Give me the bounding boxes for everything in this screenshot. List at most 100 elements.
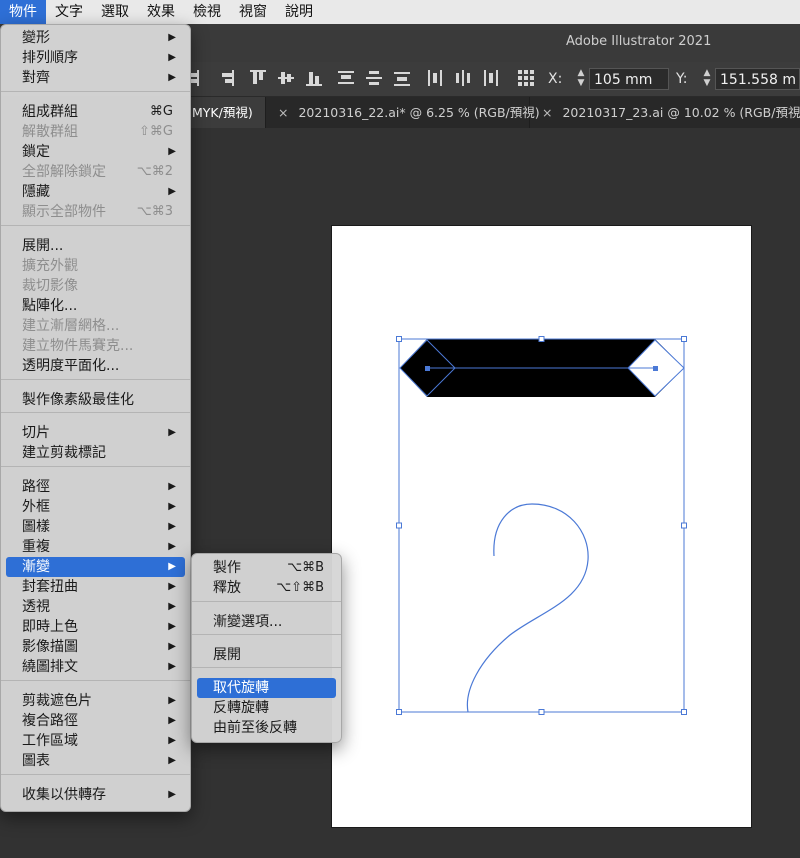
menu-item-shortcut: ⇧⌘G bbox=[139, 124, 173, 139]
menu-item-slice[interactable]: 切片 ▶ bbox=[6, 423, 185, 443]
menu-item-repeat[interactable]: 重複 ▶ bbox=[6, 537, 185, 557]
menu-item-show-all: 顯示全部物件 ⌥⌘3 bbox=[6, 202, 185, 222]
menu-item-hide[interactable]: 隱藏 ▶ bbox=[6, 182, 185, 202]
submenu-arrow-icon: ▶ bbox=[168, 641, 176, 652]
menu-item-graph[interactable]: 圖表 ▶ bbox=[6, 751, 185, 771]
menu-item-make-pixel-perfect[interactable]: 製作像素級最佳化 bbox=[6, 390, 185, 410]
menu-item-label: 排列順序 bbox=[22, 50, 78, 66]
menu-separator bbox=[192, 601, 341, 602]
menu-item-pattern[interactable]: 圖樣 ▶ bbox=[6, 517, 185, 537]
submenu-arrow-icon: ▶ bbox=[168, 661, 176, 672]
submenu-arrow-icon: ▶ bbox=[168, 32, 176, 43]
submenu-arrow-icon: ▶ bbox=[168, 755, 176, 766]
menu-separator bbox=[1, 91, 190, 92]
submenu-arrow-icon: ▶ bbox=[168, 186, 176, 197]
spine-anchor-right bbox=[653, 366, 658, 371]
handle-bottom-center bbox=[538, 709, 545, 715]
spine-anchor-left bbox=[425, 366, 430, 371]
submenu-item-blend-options[interactable]: 漸變選項... bbox=[197, 612, 336, 632]
menu-item-group[interactable]: 組成群組 ⌘G bbox=[6, 102, 185, 122]
menu-item-label: 展開 bbox=[213, 647, 241, 663]
submenu-arrow-icon: ▶ bbox=[168, 72, 176, 83]
menu-item-clipping-mask[interactable]: 剪裁遮色片 ▶ bbox=[6, 691, 185, 711]
menu-item-lock[interactable]: 鎖定 ▶ bbox=[6, 142, 185, 162]
submenu-item-expand[interactable]: 展開 bbox=[197, 645, 336, 665]
handle-top-center bbox=[538, 336, 545, 342]
menu-item-label: 製作像素級最佳化 bbox=[22, 392, 134, 408]
menu-item-expand[interactable]: 展開... bbox=[6, 236, 185, 256]
menu-item-label: 鎖定 bbox=[22, 144, 50, 160]
menu-item-label: 全部解除鎖定 bbox=[22, 164, 106, 180]
menu-item-label: 即時上色 bbox=[22, 619, 78, 635]
submenu-arrow-icon: ▶ bbox=[168, 561, 176, 572]
menu-separator bbox=[192, 667, 341, 668]
menu-item-label: 繞圖排文 bbox=[22, 659, 78, 675]
menu-item-artboards[interactable]: 工作區域 ▶ bbox=[6, 731, 185, 751]
menu-item-label: 製作 bbox=[213, 560, 241, 576]
menu-item-label: 透視 bbox=[22, 599, 50, 615]
handle-top-left bbox=[396, 336, 402, 342]
menu-item-ungroup: 解散群組 ⇧⌘G bbox=[6, 122, 185, 142]
menu-item-label: 擴充外觀 bbox=[22, 258, 78, 274]
menu-item-perspective[interactable]: 透視 ▶ bbox=[6, 597, 185, 617]
menu-item-envelope-distort[interactable]: 封套扭曲 ▶ bbox=[6, 577, 185, 597]
menu-item-collect-for-export[interactable]: 收集以供轉存 ▶ bbox=[6, 785, 185, 805]
menu-item-align[interactable]: 對齊 ▶ bbox=[6, 68, 185, 88]
menu-item-flatten-transparency[interactable]: 透明度平面化... bbox=[6, 356, 185, 376]
number-two-path bbox=[466, 503, 589, 713]
menu-item-label: 外框 bbox=[22, 499, 50, 515]
submenu-item-release[interactable]: 釋放 ⌥⇧⌘B bbox=[197, 578, 336, 598]
handle-middle-left bbox=[396, 522, 402, 529]
menu-separator bbox=[1, 225, 190, 226]
menu-item-label: 收集以供轉存 bbox=[22, 787, 106, 803]
menu-item-label: 顯示全部物件 bbox=[22, 204, 106, 220]
submenu-item-reverse-front-to-back[interactable]: 由前至後反轉 bbox=[197, 718, 336, 738]
menu-item-create-trim-marks[interactable]: 建立剪裁標記 bbox=[6, 443, 185, 463]
menu-item-transform[interactable]: 變形 ▶ bbox=[6, 28, 185, 48]
menu-item-live-paint[interactable]: 即時上色 ▶ bbox=[6, 617, 185, 637]
handle-bottom-right bbox=[681, 709, 687, 715]
menu-item-label: 組成群組 bbox=[22, 104, 78, 120]
menu-item-label: 變形 bbox=[22, 30, 50, 46]
menu-item-image-trace[interactable]: 影像描圖 ▶ bbox=[6, 637, 185, 657]
menu-item-crop-image: 裁切影像 bbox=[6, 276, 185, 296]
menu-item-shape[interactable]: 外框 ▶ bbox=[6, 497, 185, 517]
menu-separator bbox=[1, 379, 190, 380]
menu-item-rasterize[interactable]: 點陣化... bbox=[6, 296, 185, 316]
submenu-arrow-icon: ▶ bbox=[168, 735, 176, 746]
menu-item-label: 建立剪裁標記 bbox=[22, 445, 106, 461]
menu-item-blend[interactable]: 漸變 ▶ bbox=[6, 557, 185, 577]
menu-item-label: 釋放 bbox=[213, 580, 241, 596]
menu-item-label: 裁切影像 bbox=[22, 278, 78, 294]
menu-item-create-gradient-mesh: 建立漸層網格... bbox=[6, 316, 185, 336]
submenu-arrow-icon: ▶ bbox=[168, 715, 176, 726]
submenu-item-make[interactable]: 製作 ⌥⌘B bbox=[197, 558, 336, 578]
menu-separator bbox=[192, 634, 341, 635]
menu-item-shortcut: ⌥⌘3 bbox=[136, 204, 173, 219]
menu-item-label: 封套扭曲 bbox=[22, 579, 78, 595]
submenu-item-replace-spine[interactable]: 取代旋轉 bbox=[197, 678, 336, 698]
menu-item-path[interactable]: 路徑 ▶ bbox=[6, 477, 185, 497]
menu-item-label: 展開... bbox=[22, 238, 64, 254]
submenu-item-reverse-spine[interactable]: 反轉旋轉 bbox=[197, 698, 336, 718]
menu-item-shortcut: ⌥⌘2 bbox=[136, 164, 173, 179]
handle-top-right bbox=[681, 336, 687, 342]
menu-item-label: 漸變選項... bbox=[213, 614, 283, 630]
menu-item-arrange[interactable]: 排列順序 ▶ bbox=[6, 48, 185, 68]
submenu-arrow-icon: ▶ bbox=[168, 427, 176, 438]
menu-item-text-wrap[interactable]: 繞圖排文 ▶ bbox=[6, 657, 185, 677]
submenu-arrow-icon: ▶ bbox=[168, 789, 176, 800]
menu-item-compound-path[interactable]: 複合路徑 ▶ bbox=[6, 711, 185, 731]
submenu-arrow-icon: ▶ bbox=[168, 481, 176, 492]
submenu-arrow-icon: ▶ bbox=[168, 501, 176, 512]
submenu-arrow-icon: ▶ bbox=[168, 621, 176, 632]
blend-submenu: 製作 ⌥⌘B 釋放 ⌥⇧⌘B 漸變選項... 展開取代旋轉反轉旋轉由前至後反轉 bbox=[191, 553, 342, 743]
menu-separator bbox=[1, 466, 190, 467]
submenu-arrow-icon: ▶ bbox=[168, 601, 176, 612]
menu-item-shortcut: ⌥⇧⌘B bbox=[276, 580, 324, 595]
submenu-arrow-icon: ▶ bbox=[168, 146, 176, 157]
menu-item-label: 路徑 bbox=[22, 479, 50, 495]
menu-item-label: 圖樣 bbox=[22, 519, 50, 535]
menu-item-label: 由前至後反轉 bbox=[213, 720, 297, 736]
menu-item-label: 取代旋轉 bbox=[213, 680, 269, 696]
